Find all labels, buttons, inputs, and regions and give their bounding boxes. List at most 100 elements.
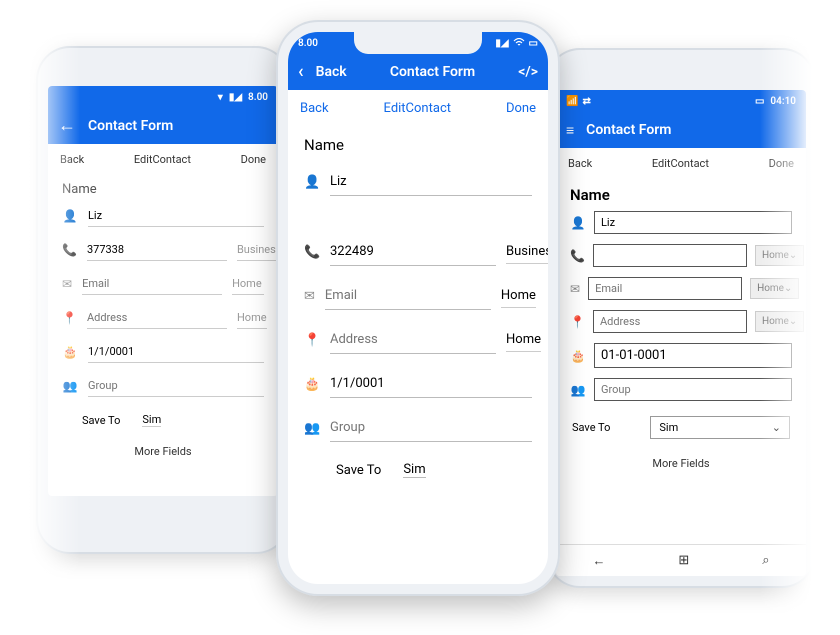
chevron-down-icon: ⌄: [789, 250, 797, 261]
email-type[interactable]: Home: [232, 273, 264, 295]
wifi-icon: [513, 38, 525, 49]
address-input[interactable]: [593, 310, 747, 333]
code-icon[interactable]: </>: [518, 64, 538, 80]
phone-input[interactable]: [87, 239, 227, 261]
saveto-select[interactable]: Sim⌄: [650, 416, 790, 439]
email-type[interactable]: Home⌄: [750, 278, 799, 299]
segmented-nav: Back EditContact Done: [556, 148, 806, 178]
phone-input[interactable]: [330, 238, 496, 266]
saveto-value[interactable]: Sim: [403, 462, 425, 478]
phone-type[interactable]: Business: [237, 239, 278, 261]
address-type[interactable]: Home: [506, 328, 541, 352]
notch: [354, 32, 482, 54]
date-input[interactable]: [88, 341, 264, 363]
phone-icon: 📞: [570, 249, 585, 263]
email-input[interactable]: [82, 273, 222, 295]
person-icon: 👤: [304, 175, 320, 190]
name-input[interactable]: [330, 168, 532, 196]
pin-icon: 📍: [304, 333, 320, 348]
more-fields[interactable]: More Fields: [556, 449, 806, 478]
status-bar: ▾ ▮◢ 8.00: [48, 86, 278, 108]
chevron-down-icon: ⌄: [784, 283, 792, 294]
name-input[interactable]: [594, 211, 792, 234]
cake-icon: 🎂: [304, 377, 320, 392]
person-icon: 👤: [570, 216, 586, 230]
phone-input[interactable]: [593, 244, 747, 267]
address-type[interactable]: Home: [237, 307, 267, 329]
nav-edit[interactable]: EditContact: [652, 157, 709, 170]
pin-icon: 📍: [62, 311, 77, 325]
appbar-title: Contact Form: [359, 64, 507, 80]
group-icon: 👥: [304, 421, 320, 436]
more-fields[interactable]: More Fields: [48, 437, 278, 466]
section-name: Name: [48, 174, 278, 199]
back-label[interactable]: Back: [316, 64, 347, 80]
chevron-down-icon: ⌄: [772, 421, 781, 434]
mail-icon: ✉: [62, 277, 72, 291]
phone-type[interactable]: Home⌄: [755, 245, 804, 266]
name-input[interactable]: [88, 205, 264, 227]
nav-back[interactable]: Back: [568, 157, 592, 170]
segmented-nav: Back EditContact Done: [48, 144, 278, 174]
back-arrow-icon[interactable]: ←: [58, 117, 76, 135]
windows-device: 📶⇄ ▭04:10 ≡ Contact Form Back EditContac…: [546, 48, 816, 588]
group-icon: 👥: [570, 383, 586, 397]
email-input[interactable]: [325, 282, 491, 310]
nav-done[interactable]: Done: [769, 157, 794, 170]
nav-home-icon[interactable]: ⊞: [678, 553, 689, 568]
saveto-label: Save To: [82, 414, 120, 427]
person-icon: 👤: [62, 209, 78, 223]
date-input[interactable]: [594, 343, 792, 368]
email-input[interactable]: [588, 277, 742, 300]
address-input[interactable]: [330, 326, 496, 354]
nav-done[interactable]: Done: [506, 101, 536, 116]
status-time: 8.00: [298, 38, 318, 49]
nav-back-icon[interactable]: ←: [592, 553, 605, 569]
nav-search-icon[interactable]: ⌕: [762, 553, 769, 568]
mail-icon: ✉: [570, 282, 580, 296]
saveto-value[interactable]: Sim: [142, 413, 161, 427]
group-icon: 👥: [62, 379, 78, 393]
appbar-title: Contact Form: [586, 122, 671, 138]
section-name: Name: [556, 178, 806, 206]
signal-icon: ▮◢: [229, 92, 242, 103]
battery-icon: ▭: [529, 38, 538, 49]
status-bar: 📶⇄ ▭04:10: [556, 90, 806, 112]
saveto-label: Save To: [336, 463, 381, 478]
saveto-label: Save To: [572, 421, 610, 434]
group-input[interactable]: [330, 414, 532, 442]
nav-edit[interactable]: EditContact: [134, 153, 191, 166]
phone-icon: 📞: [62, 243, 77, 257]
segmented-nav: Back EditContact Done: [288, 90, 548, 126]
cake-icon: 🎂: [62, 345, 78, 359]
system-nav: ← ⊞ ⌕: [556, 544, 806, 576]
email-type[interactable]: Home: [501, 284, 536, 308]
phone-icon: 📞: [304, 245, 320, 260]
app-bar: ← Contact Form: [48, 108, 278, 144]
wifi-icon: ▾: [218, 92, 223, 103]
status-time: 04:10: [770, 96, 796, 107]
pin-icon: 📍: [570, 315, 585, 329]
signal-icon: 📶: [566, 96, 578, 107]
hamburger-icon[interactable]: ≡: [566, 122, 574, 139]
date-input[interactable]: [330, 370, 532, 398]
address-type[interactable]: Home⌄: [755, 311, 804, 332]
group-input[interactable]: [594, 378, 792, 401]
net-icon: ⇄: [582, 96, 590, 107]
status-time: 8.00: [248, 92, 268, 103]
chevron-down-icon: ⌄: [789, 316, 797, 327]
nav-done[interactable]: Done: [241, 153, 266, 166]
group-input[interactable]: [88, 375, 264, 397]
mail-icon: ✉: [304, 289, 315, 304]
back-chevron-icon[interactable]: ‹: [298, 63, 304, 81]
nav-back[interactable]: Back: [60, 153, 84, 166]
address-input[interactable]: [87, 307, 227, 329]
android-device: ▾ ▮◢ 8.00 ← Contact Form Back EditContac…: [36, 46, 290, 554]
signal-icon: ▮◢: [495, 38, 508, 49]
nav-back[interactable]: Back: [300, 101, 329, 116]
iphone-device: 8.00 ▮◢ ▭ ‹ Back Contact Form </> Back E…: [276, 20, 560, 596]
app-bar: ‹ Back Contact Form </>: [288, 54, 548, 90]
phone-type[interactable]: Business: [506, 240, 548, 264]
nav-edit[interactable]: EditContact: [384, 101, 451, 116]
appbar-title: Contact Form: [88, 118, 173, 134]
